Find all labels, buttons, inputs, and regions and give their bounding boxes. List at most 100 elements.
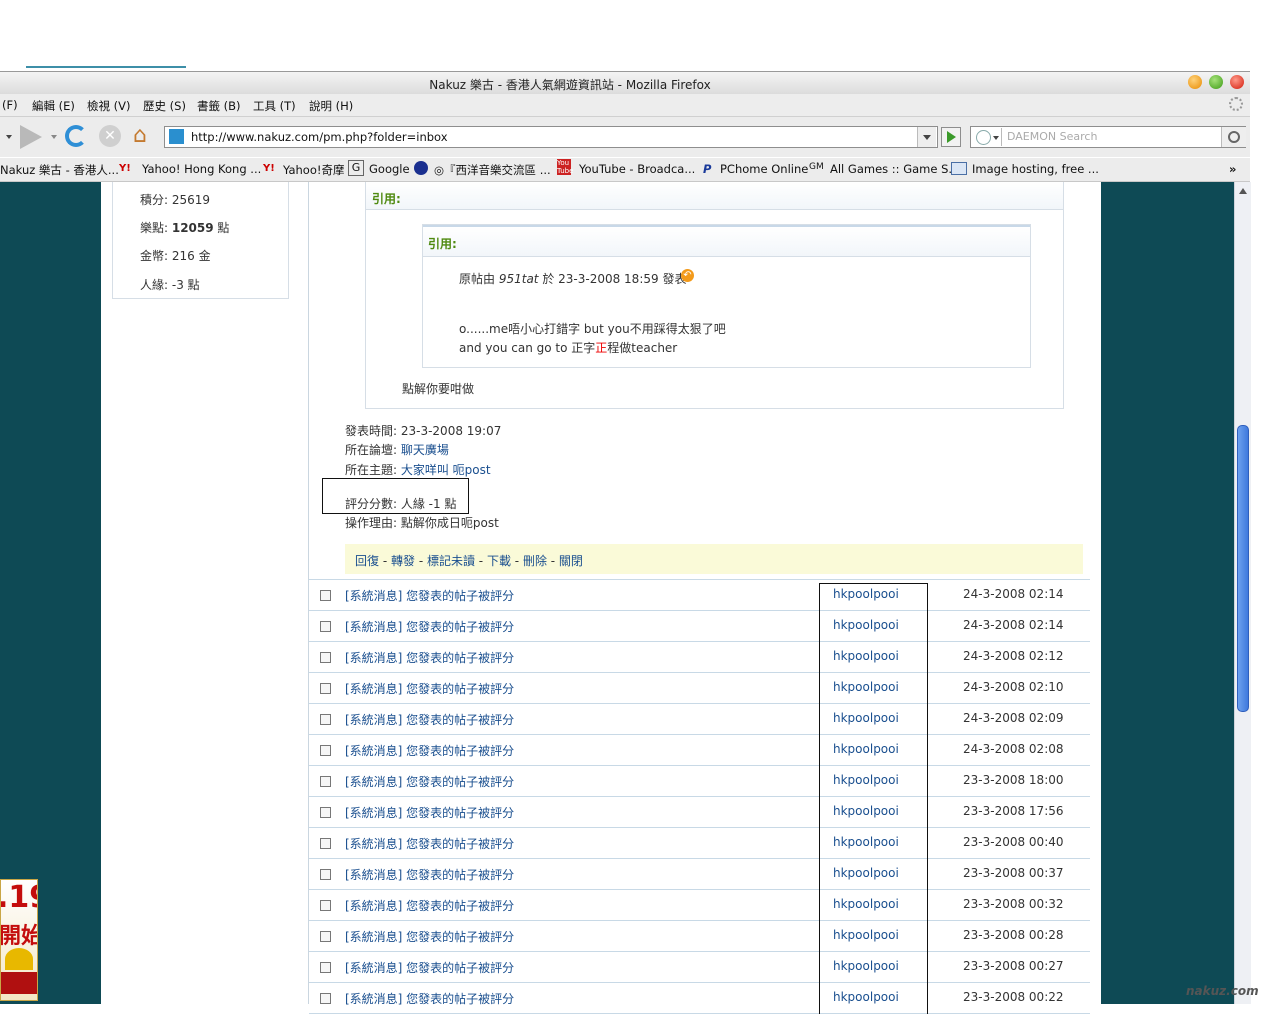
- scroll-up-arrow-icon[interactable]: [1239, 188, 1247, 194]
- message-time: 23-3-2008 00:40: [963, 835, 1064, 849]
- bookmark-google[interactable]: Google: [369, 162, 410, 176]
- message-subject-link[interactable]: [系統消息] 您發表的帖子被評分: [345, 618, 514, 635]
- row-checkbox[interactable]: [320, 869, 331, 880]
- reload-icon[interactable]: [65, 125, 87, 147]
- profile-box: 積分: 25619 樂點: 12059 點 金幣: 216 金 人緣: -3 點: [112, 182, 289, 299]
- message-time: 24-3-2008 02:12: [963, 649, 1064, 663]
- minimize-button[interactable]: [1188, 75, 1202, 89]
- home-icon[interactable]: ⌂: [133, 124, 157, 148]
- yahoo-icon: Y!: [263, 163, 275, 174]
- music-points-row: 樂點: 12059 點: [140, 219, 229, 236]
- maximize-button[interactable]: [1209, 75, 1223, 89]
- menu-help[interactable]: 說明 (H): [309, 98, 353, 114]
- row-checkbox[interactable]: [320, 745, 331, 756]
- search-box[interactable]: DAEMON Search: [970, 126, 1246, 148]
- message-time: 24-3-2008 02:14: [963, 618, 1064, 632]
- gold-label: 金幣: 216 金: [140, 249, 211, 263]
- google-icon: G: [348, 160, 364, 176]
- bookmarks-overflow-icon[interactable]: »: [1229, 162, 1236, 176]
- window-title: Nakuz 樂古 - 香港人氣網遊資訊站 - Mozilla Firefox: [429, 78, 711, 92]
- music-points-label: 樂點:: [140, 221, 172, 235]
- bookmark-nakuz[interactable]: Nakuz 樂古 - 香港人...: [0, 162, 119, 178]
- message-subject-link[interactable]: [系統消息] 您發表的帖子被評分: [345, 680, 514, 697]
- row-checkbox[interactable]: [320, 590, 331, 601]
- goto-post-icon[interactable]: ↶: [681, 269, 694, 282]
- site-favicon-icon: [169, 129, 184, 144]
- row-checkbox[interactable]: [320, 931, 331, 942]
- message-subject-link[interactable]: [系統消息] 您發表的帖子被評分: [345, 804, 514, 821]
- ad-crown-icon: [5, 948, 33, 970]
- message-subject-link[interactable]: [系統消息] 您發表的帖子被評分: [345, 897, 514, 914]
- url-text[interactable]: http://www.nakuz.com/pm.php?folder=inbox: [191, 130, 448, 144]
- bookmark-yahoo-hk[interactable]: Yahoo! Hong Kong ...: [142, 162, 261, 176]
- row-checkbox[interactable]: [320, 900, 331, 911]
- menu-history[interactable]: 歷史 (S): [143, 98, 186, 114]
- row-checkbox[interactable]: [320, 807, 331, 818]
- url-dropdown-button[interactable]: [917, 127, 936, 147]
- search-placeholder: DAEMON Search: [1007, 130, 1098, 143]
- row-checkbox[interactable]: [320, 838, 331, 849]
- quote-inner-line2: and you can go to 正字正程做teacher: [459, 339, 677, 356]
- scrollbar-thumb[interactable]: [1237, 425, 1249, 712]
- message-subject-link[interactable]: [系統消息] 您發表的帖子被評分: [345, 773, 514, 790]
- message-subject-link[interactable]: [系統消息] 您發表的帖子被評分: [345, 587, 514, 604]
- message-time: 24-3-2008 02:09: [963, 711, 1064, 725]
- row-checkbox[interactable]: [320, 683, 331, 694]
- message-subject-link[interactable]: [系統消息] 您發表的帖子被評分: [345, 990, 514, 1007]
- menu-bookmarks[interactable]: 書籤 (B): [197, 98, 241, 114]
- message-subject-link[interactable]: [系統消息] 您發表的帖子被評分: [345, 742, 514, 759]
- menu-view[interactable]: 檢視 (V): [87, 98, 131, 114]
- url-bar[interactable]: http://www.nakuz.com/pm.php?folder=inbox: [164, 126, 938, 148]
- back-dropdown-icon[interactable]: [6, 135, 12, 139]
- menu-bar: (F) 編輯 (E) 檢視 (V) 歷史 (S) 書籤 (B) 工具 (T) 說…: [0, 94, 1250, 117]
- bookmark-music-forum[interactable]: ◎『西洋音樂交流區 ...: [434, 162, 551, 178]
- post-time: 發表時間: 23-3-2008 19:07: [345, 424, 502, 438]
- message-subject-link[interactable]: [系統消息] 您發表的帖子被評分: [345, 866, 514, 883]
- quote-outer-header: [366, 182, 1063, 210]
- bookmark-pchome[interactable]: PChome Online: [720, 162, 808, 176]
- message-subject-link[interactable]: [系統消息] 您發表的帖子被評分: [345, 711, 514, 728]
- message-subject-link[interactable]: [系統消息] 您發表的帖子被評分: [345, 835, 514, 852]
- message-subject-link[interactable]: [系統消息] 您發表的帖子被評分: [345, 928, 514, 945]
- yahoo-icon: Y!: [119, 163, 131, 174]
- forward-link[interactable]: 轉發: [391, 554, 415, 568]
- row-checkbox[interactable]: [320, 776, 331, 787]
- menu-edit[interactable]: 編輯 (E): [32, 98, 75, 114]
- message-time: 23-3-2008 00:37: [963, 866, 1064, 880]
- bookmark-image-hosting[interactable]: Image hosting, free ...: [972, 162, 1099, 176]
- menu-file[interactable]: (F): [2, 98, 18, 112]
- forward-dropdown-icon[interactable]: [51, 135, 57, 139]
- forward-arrow-icon[interactable]: [20, 125, 42, 149]
- row-checkbox[interactable]: [320, 621, 331, 632]
- row-checkbox[interactable]: [320, 652, 331, 663]
- reply-link[interactable]: 回復: [355, 554, 379, 568]
- forum-row: 所在論壇: 聊天廣場: [345, 441, 449, 458]
- topic-link[interactable]: 大家咩叫 呃post: [401, 463, 491, 477]
- reason-label: 操作理由: 點解你成日呃post: [345, 516, 499, 530]
- search-button[interactable]: [1221, 127, 1246, 147]
- row-checkbox[interactable]: [320, 714, 331, 725]
- message-time: 24-3-2008 02:14: [963, 587, 1064, 601]
- score-label: 評分分數: 人緣 -1 點: [345, 497, 457, 511]
- row-checkbox[interactable]: [320, 962, 331, 973]
- message-subject-link[interactable]: [系統消息] 您發表的帖子被評分: [345, 959, 514, 976]
- close-link[interactable]: 關閉: [559, 554, 583, 568]
- search-engine-icon[interactable]: [973, 128, 1002, 146]
- row-checkbox[interactable]: [320, 993, 331, 1004]
- delete-link[interactable]: 刪除: [523, 554, 547, 568]
- menu-tools[interactable]: 工具 (T): [253, 98, 296, 114]
- bookmark-youtube[interactable]: YouTube - Broadca...: [579, 162, 695, 176]
- mark-unread-link[interactable]: 標記未讀: [427, 554, 475, 568]
- music-points-unit: 點: [213, 221, 230, 235]
- forum-link[interactable]: 聊天廣場: [401, 443, 449, 457]
- close-button[interactable]: [1230, 75, 1244, 89]
- quote-inner-label: 引用:: [428, 237, 457, 251]
- ad-banner[interactable]: .19 開始: [0, 879, 38, 1001]
- throbber-icon: [1229, 97, 1243, 111]
- download-link[interactable]: 下載: [487, 554, 511, 568]
- bookmark-allgames[interactable]: All Games :: Game S...: [830, 162, 959, 176]
- stop-icon[interactable]: ✕: [99, 125, 121, 147]
- bookmark-yahoo-kimo[interactable]: Yahoo!奇摩: [283, 162, 344, 178]
- go-button[interactable]: [941, 127, 961, 147]
- message-subject-link[interactable]: [系統消息] 您發表的帖子被評分: [345, 649, 514, 666]
